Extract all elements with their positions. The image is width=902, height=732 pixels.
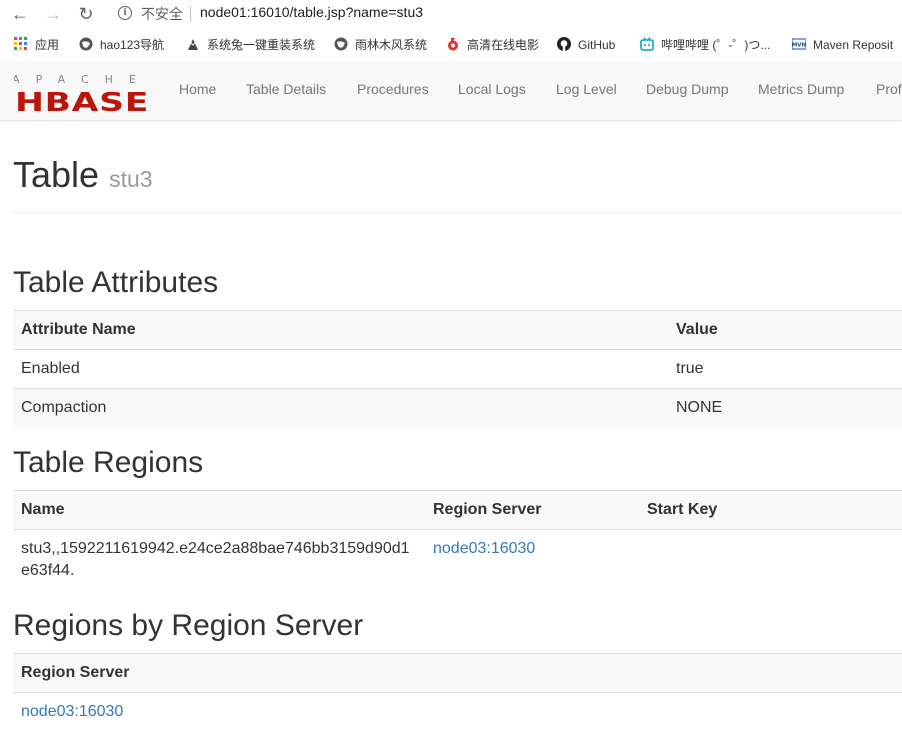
column-header: Region Server [13,653,902,693]
table-row: Enabled true [13,349,902,389]
table-header-row: Name Region Server Start Key [13,490,902,530]
bookmark-label: Maven Reposit [813,38,894,52]
bookmark-label: GitHub [578,38,616,52]
back-arrow-icon[interactable]: ← [9,3,31,25]
reload-icon[interactable]: ↻ [75,3,97,25]
table-regions-heading: Table Regions [13,446,204,479]
bookmark-yulinmufeng[interactable]: 雨林木风系统 [334,37,427,53]
column-header: Attribute Name [13,310,668,350]
globe-icon [334,37,348,51]
bookmark-hao123[interactable]: hao123导航 [79,37,164,53]
attribute-value: NONE [668,388,902,428]
attribute-name: Compaction [13,388,668,428]
info-icon[interactable]: i [118,6,132,20]
nav-metrics-dump[interactable]: Metrics Dump [758,81,844,97]
nav-profiler[interactable]: Prof [876,81,902,97]
hbase-logo[interactable]: APACHE HBASE [14,71,150,113]
svg-text:MVN: MVN [792,43,806,49]
table-name: stu3 [109,166,153,192]
apps-grid-icon [14,37,27,50]
attribute-value: true [668,349,902,389]
title-divider [13,212,902,213]
column-header: Start Key [639,490,902,530]
bookmark-movies[interactable]: 高清在线电影 [446,37,539,53]
url-input[interactable]: node01:16010/table.jsp?name=stu3 [200,4,423,20]
bookmark-apps[interactable]: 应用 [14,37,59,53]
globe-icon [79,37,93,51]
nav-home[interactable]: Home [179,81,216,97]
table-row: Compaction NONE [13,388,902,428]
url-separator [190,6,191,22]
bookmark-label: 应用 [35,38,60,52]
column-header: Value [668,310,902,350]
nav-procedures[interactable]: Procedures [357,81,429,97]
table-header-row: Region Server [13,653,902,693]
bookmark-label: 哔哩哔哩 (゜-゜)つ... [661,38,771,52]
forward-arrow-icon[interactable]: → [42,3,64,25]
attribute-name: Enabled [13,349,668,389]
svg-text:APACHE: APACHE [14,73,150,86]
bookmark-github[interactable]: GitHub [557,37,615,53]
bilibili-icon [640,37,654,51]
bookmark-maven[interactable]: MVN Maven Reposit [792,37,893,53]
nav-local-logs[interactable]: Local Logs [458,81,526,97]
github-icon [557,37,571,51]
maven-icon: MVN [792,38,806,50]
nav-log-level[interactable]: Log Level [556,81,617,97]
video-icon [448,38,458,51]
region-server-link[interactable]: node03:16030 [21,703,123,720]
bookmark-bilibili[interactable]: 哔哩哔哩 (゜-゜)つ... [640,37,770,53]
bookmark-label: 高清在线电影 [467,38,540,52]
page-title-text: Table [13,154,100,195]
bookmark-label: 雨林木风系统 [355,38,428,52]
region-server-link[interactable]: node03:16030 [433,540,535,557]
table-attributes-heading: Table Attributes [13,266,219,299]
table-row: stu3,,1592211619942.e24ce2a88bae746bb315… [13,529,902,590]
page-title: Table stu3 [13,154,153,196]
table-regions-by-server: Region Server node03:16030 [13,653,902,732]
region-name: stu3,,1592211619942.e24ce2a88bae746bb315… [13,529,425,590]
table-regions: Name Region Server Start Key stu3,,15922… [13,490,902,590]
table-attributes: Attribute Name Value Enabled true Compac… [13,310,902,428]
browser-toolbar: ← → ↻ i 不安全 node01:16010/table.jsp?name=… [0,0,902,28]
rabbit-icon [188,39,198,50]
nav-debug-dump[interactable]: Debug Dump [646,81,729,97]
bookmark-xitongtu[interactable]: 系统兔一键重装系统 [186,37,315,53]
start-key [639,529,902,590]
bookmarks-bar: 应用 hao123导航 系统兔一键重装系统 雨林木风系统 高清在线电影 GitH… [0,28,902,62]
hbase-navbar: APACHE HBASE Home Table Details Procedur… [0,62,902,121]
bookmark-label: 系统兔一键重装系统 [207,38,316,52]
column-header: Region Server [425,490,639,530]
table-row: node03:16030 [13,692,902,732]
svg-text:HBASE: HBASE [15,88,149,113]
table-header-row: Attribute Name Value [13,310,902,350]
security-label[interactable]: 不安全 [141,4,183,24]
regions-by-server-heading: Regions by Region Server [13,609,364,642]
nav-table-details[interactable]: Table Details [246,81,326,97]
column-header: Name [13,490,425,530]
bookmark-label: hao123导航 [100,38,165,52]
